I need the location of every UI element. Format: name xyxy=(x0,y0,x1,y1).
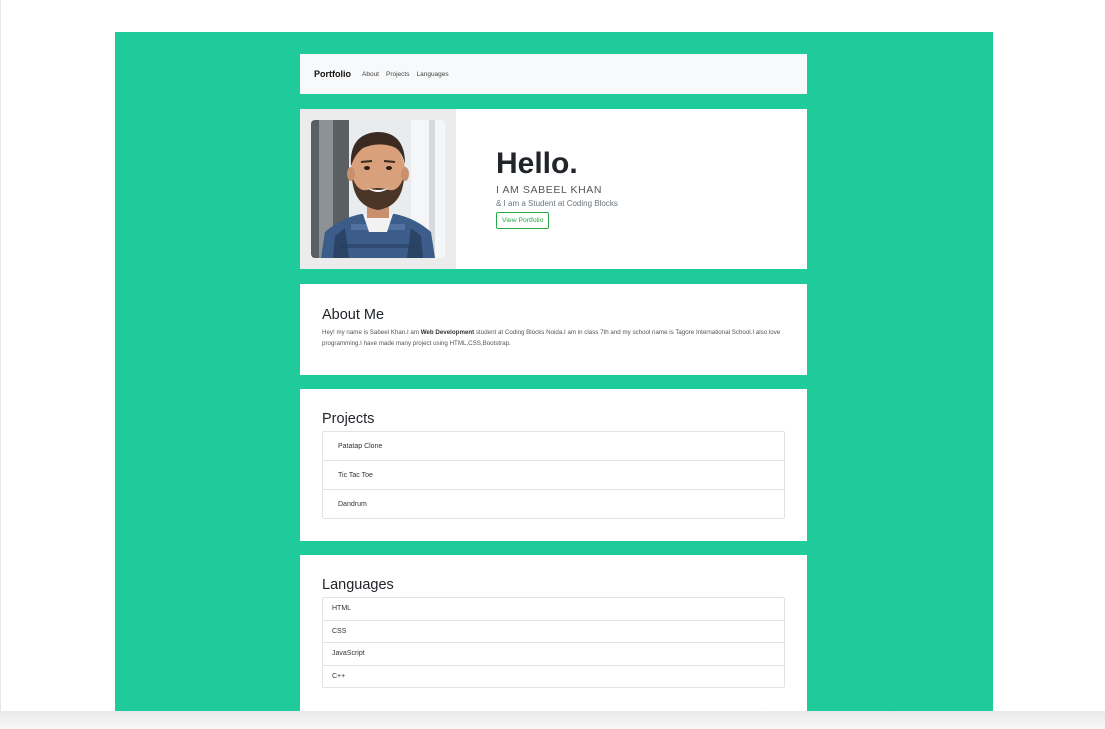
window-left-edge xyxy=(0,0,1,729)
nav-link-about[interactable]: About xyxy=(362,71,379,78)
hero-section: Hello. I AM SABEEL KHAN & I am a Student… xyxy=(300,109,807,269)
projects-list: Patatap Clone Tic Tac Toe Dandrum xyxy=(322,431,785,519)
language-item-cpp: C++ xyxy=(323,664,784,688)
hero-subtitle: & I am a Student at Coding Blocks xyxy=(496,199,618,208)
window-bottom-shadow xyxy=(0,711,1105,729)
language-item-css: CSS xyxy=(323,619,784,643)
languages-card: Languages HTML CSS JavaScript C++ xyxy=(300,555,807,711)
project-item-tic-tac-toe[interactable]: Tic Tac Toe xyxy=(323,460,784,489)
hero-greeting: Hello. xyxy=(496,147,578,180)
about-card: About Me Hey! my name is Sabeel Khan.I a… xyxy=(300,284,807,375)
about-title: About Me xyxy=(322,307,385,323)
language-item-html: HTML xyxy=(332,605,352,613)
profile-photo xyxy=(311,120,445,258)
projects-card: Projects Patatap Clone Tic Tac Toe Dandr… xyxy=(300,389,807,541)
project-item-patatap[interactable]: Patatap Clone xyxy=(323,432,784,460)
page-background: Portfolio About Projects Languages Hello… xyxy=(115,32,993,711)
profile-photo-frame xyxy=(300,109,456,269)
language-item-javascript: JavaScript xyxy=(323,642,784,665)
project-item-dandrum[interactable]: Dandrum xyxy=(323,489,784,518)
navbar: Portfolio About Projects Languages xyxy=(300,54,807,94)
projects-title: Projects xyxy=(322,411,375,427)
about-text-bold: Web Development xyxy=(420,329,475,336)
view-portfolio-button[interactable]: View Portfolio xyxy=(496,212,550,229)
hero-name: I AM SABEEL KHAN xyxy=(496,184,603,196)
languages-title: Languages xyxy=(322,577,394,593)
navbar-brand[interactable]: Portfolio xyxy=(314,69,351,79)
about-text-start: Hey! my name is Sabeel Khan.I am xyxy=(322,329,421,336)
languages-list: HTML CSS JavaScript C++ xyxy=(322,597,785,688)
hero-text: Hello. I AM SABEEL KHAN & I am a Student… xyxy=(496,147,618,229)
about-text: Hey! my name is Sabeel Khan.I am Web Dev… xyxy=(322,327,785,349)
nav-link-projects[interactable]: Projects xyxy=(386,71,409,78)
nav-link-languages[interactable]: Languages xyxy=(416,71,448,78)
